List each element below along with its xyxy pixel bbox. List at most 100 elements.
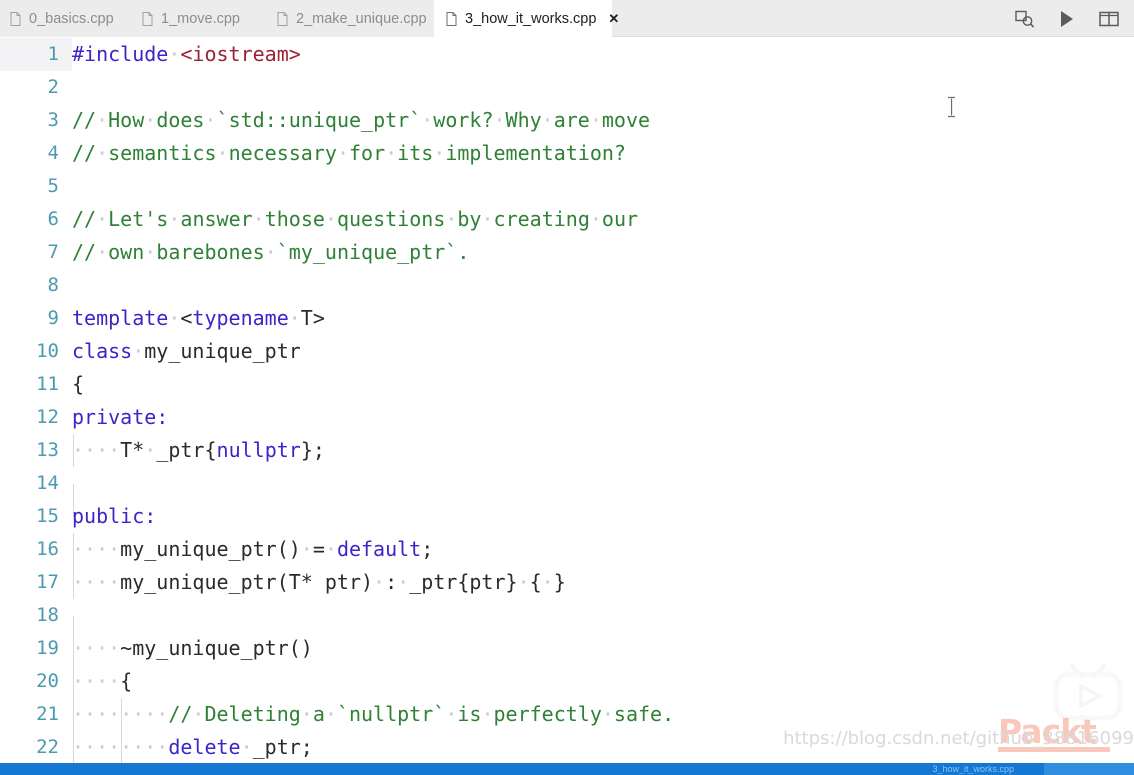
code-token: // bbox=[168, 702, 193, 726]
file-icon bbox=[446, 11, 457, 26]
code-line[interactable]: 7 //·own·barebones·`my_unique_ptr`. bbox=[0, 236, 1134, 269]
code-token: How bbox=[108, 108, 145, 132]
code-token: · bbox=[493, 108, 506, 132]
line-number: 13 bbox=[36, 439, 59, 461]
code-token: move bbox=[601, 108, 651, 132]
code-line[interactable]: 12 private: bbox=[0, 401, 1134, 434]
code-token: · bbox=[589, 108, 602, 132]
code-line[interactable]: 17 ····my_unique_ptr(T* ptr)·:·_ptr{ptr}·… bbox=[0, 566, 1134, 599]
code-line[interactable]: 16 ····my_unique_ptr()·=·default; bbox=[0, 533, 1134, 566]
line-number: 15 bbox=[36, 505, 59, 527]
code-line[interactable]: 1 #include·<iostream> bbox=[0, 38, 1134, 71]
line-content[interactable]: { bbox=[72, 368, 1134, 401]
code-token: answer bbox=[180, 207, 253, 231]
line-content[interactable]: ····T*·_ptr{nullptr}; bbox=[72, 434, 1134, 467]
split-layout-icon[interactable] bbox=[1098, 8, 1120, 30]
code-token: our bbox=[601, 207, 639, 231]
code-lines[interactable]: 1 #include·<iostream>23//·How·does·`std::… bbox=[0, 37, 1134, 763]
code-token: public: bbox=[72, 504, 157, 528]
line-content[interactable]: ····my_unique_ptr(T* ptr)·:·_ptr{ptr}·{·… bbox=[72, 566, 1134, 599]
code-line[interactable]: 3//·How·does·`std::unique_ptr`·work?·Why… bbox=[0, 104, 1134, 137]
code-token: Why bbox=[505, 108, 542, 132]
code-line[interactable]: 21········//·Deleting·a·`nullptr`·is·per… bbox=[0, 698, 1134, 731]
line-number: 7 bbox=[47, 241, 59, 263]
indent-guide bbox=[73, 566, 74, 599]
line-content[interactable]: ········delete·_ptr; bbox=[72, 731, 1134, 763]
indent-guide bbox=[73, 632, 74, 665]
code-line[interactable]: 22 ········delete·_ptr; bbox=[0, 731, 1134, 763]
tab-1-move-cpp[interactable]: 1_move.cpp bbox=[130, 0, 265, 37]
code-token: perfectly bbox=[493, 702, 602, 726]
code-line[interactable]: 20 ····{ bbox=[0, 665, 1134, 698]
line-number: 1 bbox=[0, 38, 72, 71]
preview-search-icon[interactable] bbox=[1014, 8, 1036, 30]
code-token: · bbox=[336, 141, 349, 165]
code-line[interactable]: 4//·semantics·necessary·for·its·implemen… bbox=[0, 137, 1134, 170]
code-token: #include bbox=[72, 42, 169, 66]
code-token: { bbox=[120, 669, 133, 693]
code-token: · bbox=[168, 306, 181, 330]
code-token: semantics bbox=[108, 141, 217, 165]
line-content[interactable]: ····my_unique_ptr()·=·default; bbox=[72, 533, 1134, 566]
tab-list: 0_basics.cpp 1_move.cpp 2_make_unique.cp… bbox=[0, 0, 619, 37]
tab-0-basics-cpp[interactable]: 0_basics.cpp bbox=[0, 0, 130, 37]
code-token: · bbox=[601, 702, 614, 726]
code-token: · bbox=[421, 108, 434, 132]
run-play-icon[interactable] bbox=[1056, 8, 1078, 30]
line-content[interactable]: template·<typename·T> bbox=[72, 302, 1134, 335]
code-editor[interactable]: 1 #include·<iostream>23//·How·does·`std::… bbox=[0, 37, 1134, 763]
code-line[interactable]: 5 bbox=[0, 170, 1134, 203]
close-icon[interactable]: ✕ bbox=[608, 12, 619, 25]
code-token: // bbox=[72, 207, 97, 231]
code-token: questions bbox=[336, 207, 446, 231]
code-token: · bbox=[445, 702, 458, 726]
code-line[interactable]: 19 ····~my_unique_ptr() bbox=[0, 632, 1134, 665]
line-number: 16 bbox=[36, 538, 59, 560]
line-number: 11 bbox=[36, 373, 59, 395]
tab-label: 2_make_unique.cpp bbox=[296, 10, 427, 27]
code-token: < bbox=[180, 306, 193, 330]
code-token: · bbox=[445, 207, 458, 231]
tab-3-how-it-works-cpp[interactable]: 3_how_it_works.cpp ✕ bbox=[434, 0, 619, 37]
line-content[interactable]: class·my_unique_ptr bbox=[72, 335, 1134, 368]
line-content[interactable]: //·semantics·necessary·for·its·implement… bbox=[72, 137, 1134, 170]
indent-guide bbox=[73, 533, 74, 566]
line-content[interactable]: ········//·Deleting·a·`nullptr`·is·perfe… bbox=[72, 698, 1134, 731]
code-token: `nullptr` bbox=[336, 702, 446, 726]
line-content[interactable]: ····~my_unique_ptr() bbox=[72, 632, 1134, 665]
code-line[interactable]: 18 bbox=[0, 599, 1134, 649]
line-number: 8 bbox=[47, 274, 59, 296]
code-line[interactable]: 8 bbox=[0, 269, 1134, 302]
code-token: · bbox=[397, 570, 410, 594]
line-number: 9 bbox=[47, 307, 59, 329]
tab-2-make-unique-cpp[interactable]: 2_make_unique.cpp bbox=[265, 0, 430, 37]
code-line[interactable]: 10 class·my_unique_ptr bbox=[0, 335, 1134, 368]
line-number: 2 bbox=[47, 76, 59, 98]
line-number: 22 bbox=[36, 736, 59, 758]
code-token: for bbox=[348, 141, 386, 165]
line-content[interactable]: private: bbox=[72, 401, 1134, 434]
code-line[interactable]: 13 ····T*·_ptr{nullptr}; bbox=[0, 434, 1134, 467]
line-content[interactable]: //·Let's·answer·those·questions·by·creat… bbox=[72, 203, 1134, 236]
code-token: { bbox=[72, 372, 85, 396]
code-line[interactable]: 11 { bbox=[0, 368, 1134, 401]
code-line[interactable]: 15 public: bbox=[0, 500, 1134, 533]
code-token: · bbox=[252, 207, 265, 231]
line-content[interactable]: //·own·barebones·`my_unique_ptr`. bbox=[72, 236, 1134, 269]
line-content[interactable]: #include·<iostream> bbox=[72, 38, 1134, 71]
code-line[interactable]: 6//·Let's·answer·those·questions·by·crea… bbox=[0, 203, 1134, 236]
line-content[interactable]: //·How·does·`std::unique_ptr`·work?·Why·… bbox=[72, 104, 1134, 137]
code-token: } bbox=[553, 570, 566, 594]
status-bar[interactable]: 3_how_it_works.cpp bbox=[0, 763, 1134, 775]
code-line[interactable]: 9 template·<typename·T> bbox=[0, 302, 1134, 335]
code-line[interactable]: 2 bbox=[0, 71, 1134, 104]
code-token: _ptr; bbox=[252, 735, 313, 759]
code-token: · bbox=[144, 108, 157, 132]
line-content[interactable]: ····{ bbox=[72, 665, 1134, 698]
line-content[interactable]: public: bbox=[72, 500, 1134, 533]
line-number: 4 bbox=[47, 142, 59, 164]
status-bar-accent bbox=[1044, 763, 1134, 775]
code-token: · bbox=[481, 207, 494, 231]
code-line[interactable]: 14 bbox=[0, 467, 1134, 517]
